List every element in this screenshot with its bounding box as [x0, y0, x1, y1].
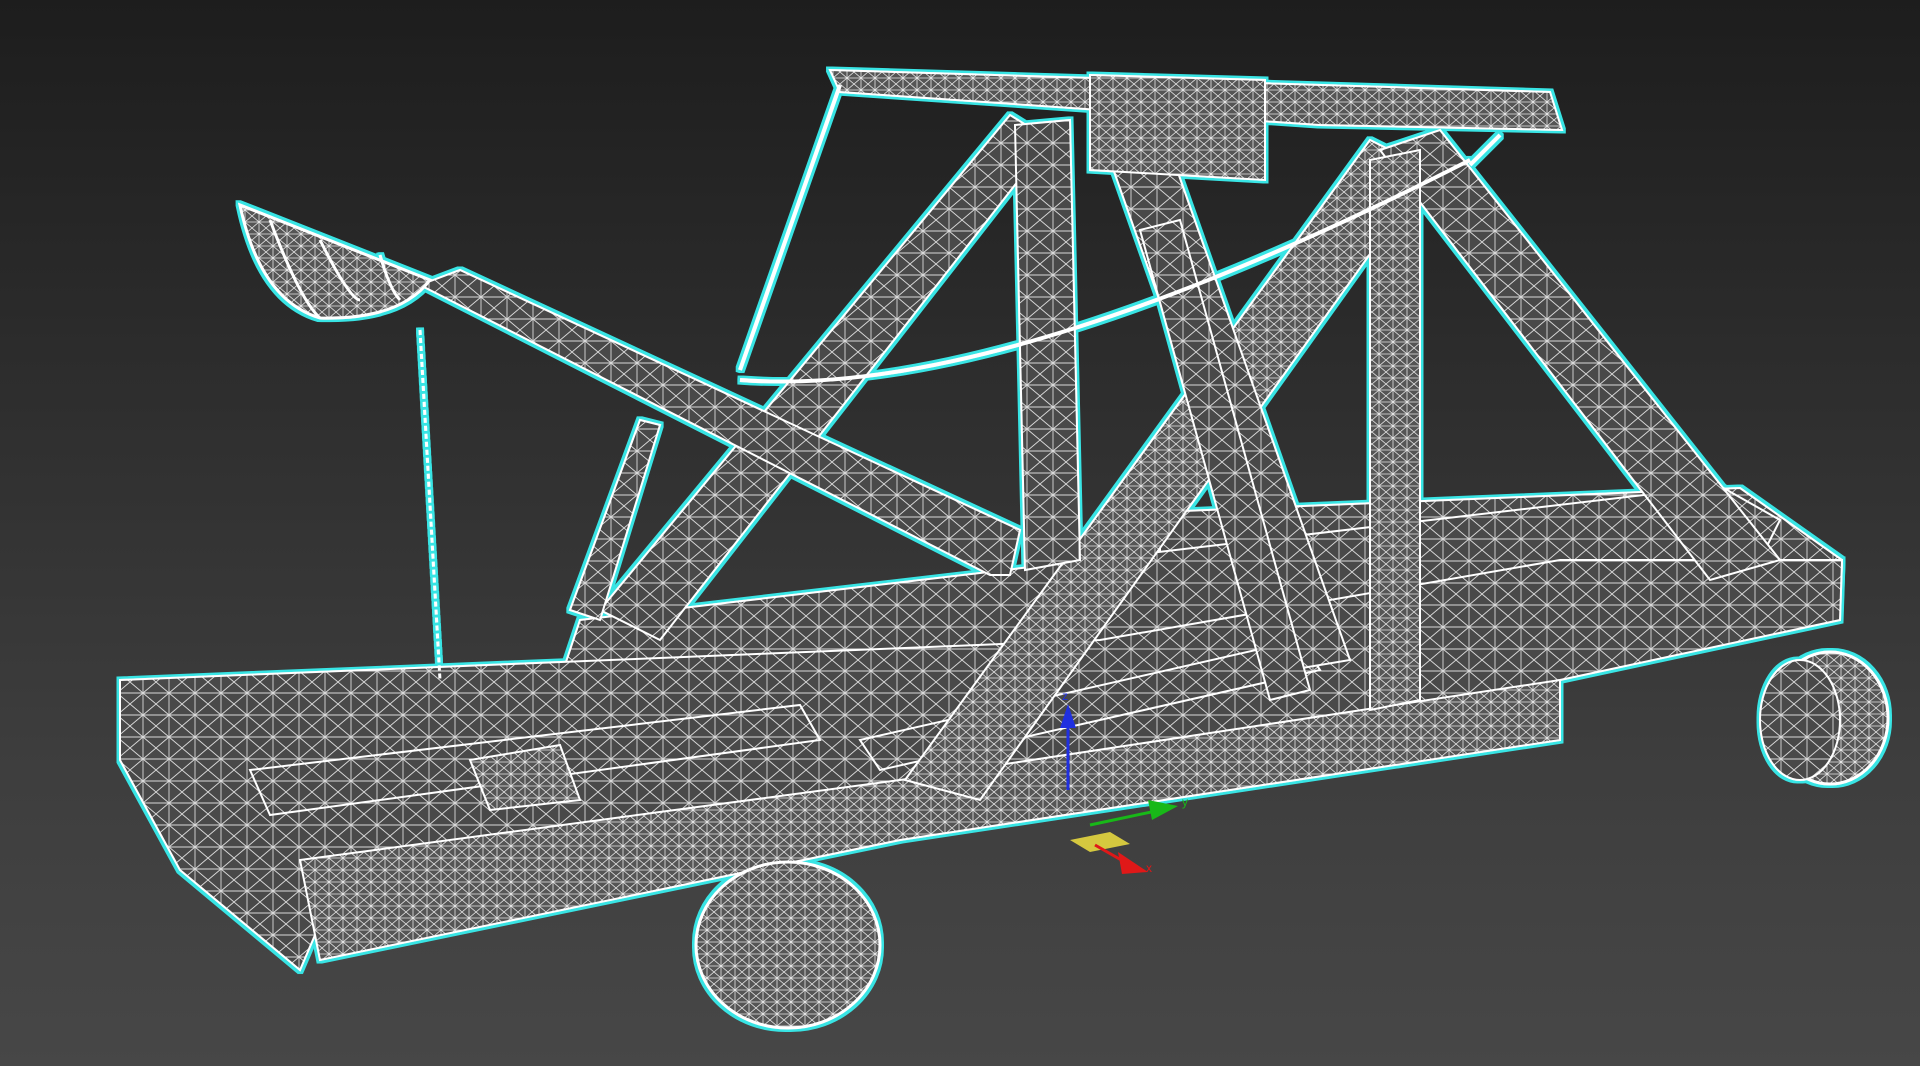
- gizmo-label-y: y: [1182, 795, 1188, 809]
- chain-hanging: [418, 329, 442, 681]
- gizmo-label-x: x: [1146, 861, 1152, 875]
- gizmo-label-z: z: [1062, 689, 1068, 703]
- wheel-front: [694, 860, 882, 1030]
- crossbar-block: [1089, 73, 1266, 182]
- 3d-viewport[interactable]: z y x: [0, 0, 1920, 1066]
- frame-upright: [1369, 148, 1421, 712]
- rope-right: [1468, 133, 1502, 167]
- throwing-bucket: [237, 202, 433, 320]
- catapult-wireframe-model[interactable]: z y x: [0, 0, 1920, 1066]
- wheel-hub-rear: [1759, 659, 1841, 781]
- rope-top: [738, 84, 842, 371]
